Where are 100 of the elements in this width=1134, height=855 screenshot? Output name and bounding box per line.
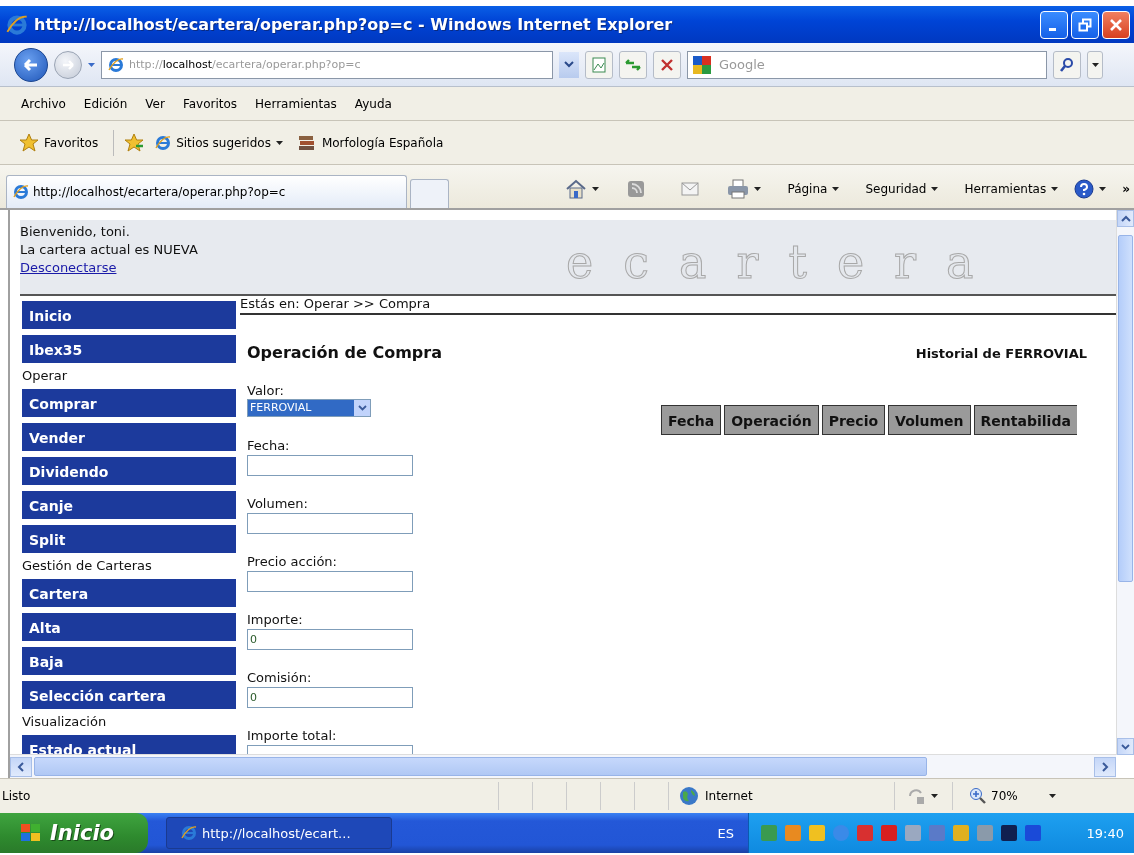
nav-link[interactable]: Dividendo <box>22 457 236 485</box>
caret-icon <box>832 187 840 191</box>
stock-dropdown[interactable]: FERROVIAL <box>247 399 371 417</box>
zoom-button[interactable]: 70% <box>952 782 1062 810</box>
section-label: Visualización <box>22 713 108 731</box>
refresh-button[interactable] <box>619 50 647 79</box>
field-label: Volumen: <box>247 496 309 511</box>
input-field[interactable]: 0 <box>247 629 413 650</box>
nav-link[interactable]: Split <box>22 525 236 553</box>
nav-link[interactable]: Comprar <box>22 389 236 417</box>
caret-icon <box>592 187 600 191</box>
column-header: Operación <box>724 405 819 435</box>
menu-item[interactable]: Ayuda <box>346 94 400 113</box>
caret-icon <box>1099 187 1107 191</box>
language-indicator[interactable]: ES <box>717 825 734 841</box>
minimize-button[interactable] <box>1040 10 1068 39</box>
field-label: Comisión: <box>247 670 313 685</box>
favorites-link[interactable]: Sitios sugeridos <box>152 132 286 153</box>
form-title: Operación de Compra <box>247 343 443 363</box>
field-label: Fecha: <box>247 438 291 453</box>
lock-icon <box>907 787 925 805</box>
caret-icon <box>931 187 939 191</box>
column-header: Precio <box>821 405 886 435</box>
chevron-button[interactable]: » <box>1116 180 1134 198</box>
colored-squares-icon <box>692 54 712 75</box>
input-field[interactable]: 0 <box>247 687 413 708</box>
zone-text: Internet <box>705 789 753 803</box>
app-icon[interactable] <box>951 823 971 843</box>
caret-icon <box>754 187 762 191</box>
caret-icon <box>1051 187 1059 191</box>
input-field[interactable] <box>247 513 413 534</box>
chevron-down-icon <box>1121 743 1130 750</box>
search-button[interactable] <box>1053 50 1081 79</box>
history-title: Historial de FERROVIAL <box>914 345 1088 363</box>
new-tab-button[interactable] <box>410 179 450 208</box>
welcome-text: Bienvenido, toni. <box>20 223 131 241</box>
command-menu[interactable]: Seguridad <box>859 180 945 198</box>
input-field[interactable] <box>247 571 413 592</box>
nav-link[interactable]: Cartera <box>22 579 236 607</box>
chevron-down-icon <box>357 405 367 411</box>
status-text: Listo <box>2 789 32 803</box>
column-header: Volumen <box>888 405 971 435</box>
address-field[interactable]: http://localhost/ecartera/operar.php?op=c <box>101 50 553 79</box>
nav-link[interactable]: Selección cartera <box>22 681 236 709</box>
menu-item[interactable]: Favoritos <box>174 94 246 113</box>
nav-link[interactable]: Alta <box>22 613 236 641</box>
menu-item[interactable]: Archivo <box>13 94 74 113</box>
menu-item[interactable]: Herramientas <box>247 94 345 113</box>
chevron-left-icon <box>17 761 25 772</box>
column-header: Rentabilida <box>973 405 1077 435</box>
compatibility-button[interactable] <box>585 50 613 79</box>
search-field[interactable]: Google <box>687 50 1047 79</box>
window-title: http://localhost/ecartera/operar.php?op=c - Windows Internet Explorer <box>34 15 674 34</box>
close-button[interactable] <box>1102 10 1130 39</box>
browser-tab[interactable]: http://localhost/ecartera/operar.php?op=c <box>6 175 408 208</box>
site-logo: ecartera <box>566 237 1004 291</box>
history-dropdown[interactable] <box>88 62 95 67</box>
nav-link[interactable]: Baja <box>22 647 236 675</box>
zoom-in-icon <box>969 787 987 805</box>
stop-button[interactable] <box>653 50 681 79</box>
nav-link[interactable]: Canje <box>22 491 236 519</box>
favorites-button[interactable]: Favoritos <box>16 131 102 154</box>
home-icon <box>565 179 588 199</box>
caret-icon <box>1049 794 1056 798</box>
printer-icon <box>727 179 750 199</box>
logout-link[interactable]: Desconectarse <box>20 260 117 275</box>
favorites-link[interactable]: Morfología Española <box>293 131 447 154</box>
address-dropdown[interactable] <box>559 51 579 78</box>
add-favorite-icon <box>124 133 145 152</box>
restore-button[interactable] <box>1071 10 1099 39</box>
menu-item[interactable]: Edición <box>75 94 136 113</box>
close-icon <box>660 57 674 72</box>
input-field[interactable] <box>247 455 413 476</box>
envelope-icon <box>681 182 700 196</box>
browser-logo-icon <box>13 184 29 200</box>
nav-link[interactable]: Ibex35 <box>22 335 236 363</box>
app-icon[interactable] <box>1023 823 1043 843</box>
caret-icon <box>931 794 938 798</box>
books-icon <box>296 133 317 152</box>
section-label: Gestión de Carteras <box>22 557 153 575</box>
restore-icon <box>1078 17 1092 32</box>
nav-link[interactable]: Inicio <box>22 301 236 329</box>
star-icon <box>19 133 39 152</box>
minimize-icon <box>1049 28 1056 31</box>
app-icon[interactable] <box>879 823 899 843</box>
nav-link[interactable]: Vender <box>22 423 236 451</box>
search-options-button[interactable] <box>1087 50 1103 79</box>
app-icon[interactable] <box>855 823 875 843</box>
app-icon[interactable] <box>783 823 803 843</box>
field-label: Importe: <box>247 612 304 627</box>
start-button[interactable]: Inicio <box>0 813 148 853</box>
horizontal-scrollbar[interactable] <box>10 754 1116 778</box>
vertical-scrollbar[interactable] <box>1116 210 1134 755</box>
command-menu[interactable]: Herramientas <box>958 180 1065 198</box>
forward-button[interactable] <box>54 50 82 79</box>
command-menu[interactable]: Página <box>781 180 846 198</box>
caret-icon <box>1091 62 1099 67</box>
back-button[interactable] <box>14 47 48 82</box>
menu-item[interactable]: Ver <box>137 94 173 113</box>
taskbar-button[interactable]: http://localhost/ecart... <box>166 817 392 849</box>
